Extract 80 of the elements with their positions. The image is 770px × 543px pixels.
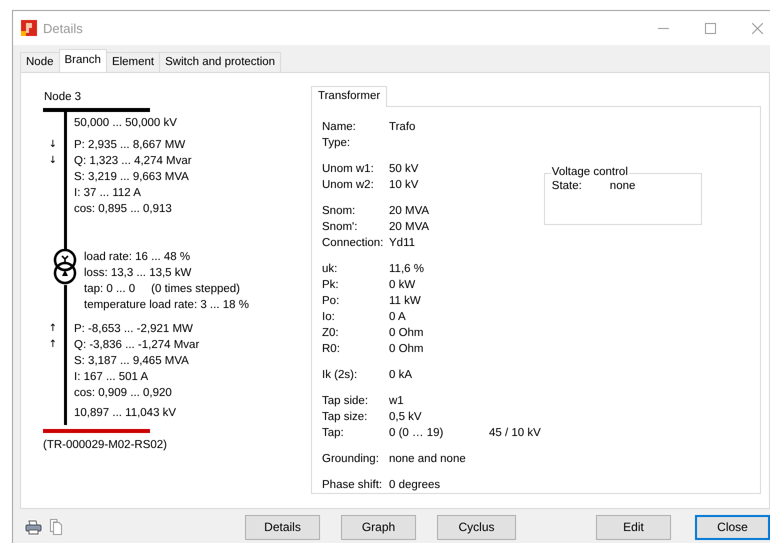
field-value: 10 kV xyxy=(389,178,420,193)
flow-reading: Q: 1,323 ... 4,274 Mvar xyxy=(74,154,192,169)
field-value: 0 kA xyxy=(389,368,414,383)
field-value: 0 Ohm xyxy=(389,342,425,357)
field-value: 0 kW xyxy=(389,278,416,293)
tab[interactable]: Transformer xyxy=(311,86,388,107)
flow-reading: cos: 0,895 ... 0,913 xyxy=(74,202,173,217)
flow-reading: P: -8,653 ... -2,921 MW xyxy=(74,322,194,337)
field-value: Yd11 xyxy=(389,236,416,251)
field-label: State: xyxy=(552,180,583,192)
field-label: Snom: xyxy=(322,204,356,219)
field-value: w1 xyxy=(389,394,405,409)
field-value: 0,5 kV xyxy=(389,410,423,425)
tab[interactable]: Node xyxy=(20,52,60,72)
field-value: 20 MVA xyxy=(389,204,430,219)
voltage-reading: 10,897 ... 11,043 kV xyxy=(74,406,178,421)
field-label: Grounding: xyxy=(322,452,380,467)
field-value: 0 A xyxy=(389,310,407,325)
flow-reading: Q: -3,836 ... -1,274 Mvar xyxy=(74,338,200,353)
field-label: Unom w2: xyxy=(322,178,375,193)
field-label: Type: xyxy=(322,136,352,151)
field-label: Po: xyxy=(322,294,340,309)
maximize-icon[interactable] xyxy=(705,22,716,34)
flow-direction-arrow: ↑ xyxy=(48,323,57,335)
flow-reading: cos: 0,909 ... 0,920 xyxy=(74,386,173,401)
field-value: none xyxy=(610,180,636,192)
tab[interactable]: Branch xyxy=(58,49,107,72)
action-button[interactable]: Cyclus xyxy=(437,514,516,540)
app-logo-icon xyxy=(21,20,37,36)
transformer-icon xyxy=(52,249,78,285)
field-label: Ik (2s): xyxy=(322,368,358,383)
action-button[interactable]: Details xyxy=(245,514,320,540)
transformer-reading: load rate: 16 ... 48 % xyxy=(84,250,190,265)
field-value: none and none xyxy=(389,452,467,467)
close-icon[interactable] xyxy=(752,22,763,34)
dialog-button[interactable]: Edit xyxy=(596,514,671,540)
field-label: Tap size: xyxy=(322,410,368,425)
field-label: Unom w1: xyxy=(322,162,375,177)
element-id-label: (TR-000029-M02-RS02) xyxy=(43,439,168,451)
transformer-reading: loss: 13,3 ... 13,5 kW xyxy=(84,266,192,281)
flow-reading: I: 167 ... 501 A xyxy=(74,370,150,385)
field-label: Tap: xyxy=(322,426,345,441)
flow-reading: P: 2,935 ... 8,667 MW xyxy=(74,138,186,153)
voltage-reading: 50,000 ... 50,000 kV xyxy=(74,116,178,131)
field-label: Z0: xyxy=(322,326,340,341)
field-label: Tap side: xyxy=(322,394,370,409)
field-value: 20 MVA xyxy=(389,220,430,235)
transformer-note: (0 times stepped) xyxy=(151,282,240,297)
transformer-reading: temperature load rate: 3 ... 18 % xyxy=(84,298,249,313)
field-label: uk: xyxy=(322,262,338,277)
field-label: Name: xyxy=(322,120,357,135)
printer-icon[interactable] xyxy=(25,520,42,534)
copy-icon[interactable] xyxy=(49,519,63,535)
node-label: Node 3 xyxy=(43,90,82,104)
field-label: Connection: xyxy=(322,236,384,251)
flow-direction-arrow: ↓ xyxy=(48,155,57,167)
field-label: Pk: xyxy=(322,278,340,293)
action-button[interactable]: Graph xyxy=(341,514,416,540)
group-title: Voltage control xyxy=(550,166,629,178)
transformer-reading: tap: 0 ... 0 xyxy=(84,282,136,297)
flow-reading: I: 37 ... 112 A xyxy=(74,186,142,201)
tab[interactable]: Switch and protection xyxy=(159,52,282,72)
field-value: 11 kW xyxy=(389,294,422,309)
field-label: R0: xyxy=(322,342,341,357)
window-title: Details xyxy=(43,20,83,36)
flow-reading: S: 3,219 ... 9,663 MVA xyxy=(74,170,190,185)
field-value: 50 kV xyxy=(389,162,420,177)
flow-direction-arrow: ↓ xyxy=(48,139,57,151)
field-value: 0 Ohm xyxy=(389,326,425,341)
field-label: Io: xyxy=(322,310,336,325)
field-value: 45 / 10 kV xyxy=(489,426,541,441)
field-value: 0 (0 … 19) xyxy=(389,426,444,441)
flow-direction-arrow: ↑ xyxy=(48,339,57,351)
flow-reading: S: 3,187 ... 9,465 MVA xyxy=(74,354,190,369)
field-value: Trafo xyxy=(389,120,416,135)
field-value: 0 degrees xyxy=(389,478,442,493)
field-value: 11,6 % xyxy=(389,262,425,277)
field-label: Phase shift: xyxy=(322,478,384,493)
dialog-button[interactable]: Close xyxy=(695,514,770,540)
field-label: Snom': xyxy=(322,220,358,235)
